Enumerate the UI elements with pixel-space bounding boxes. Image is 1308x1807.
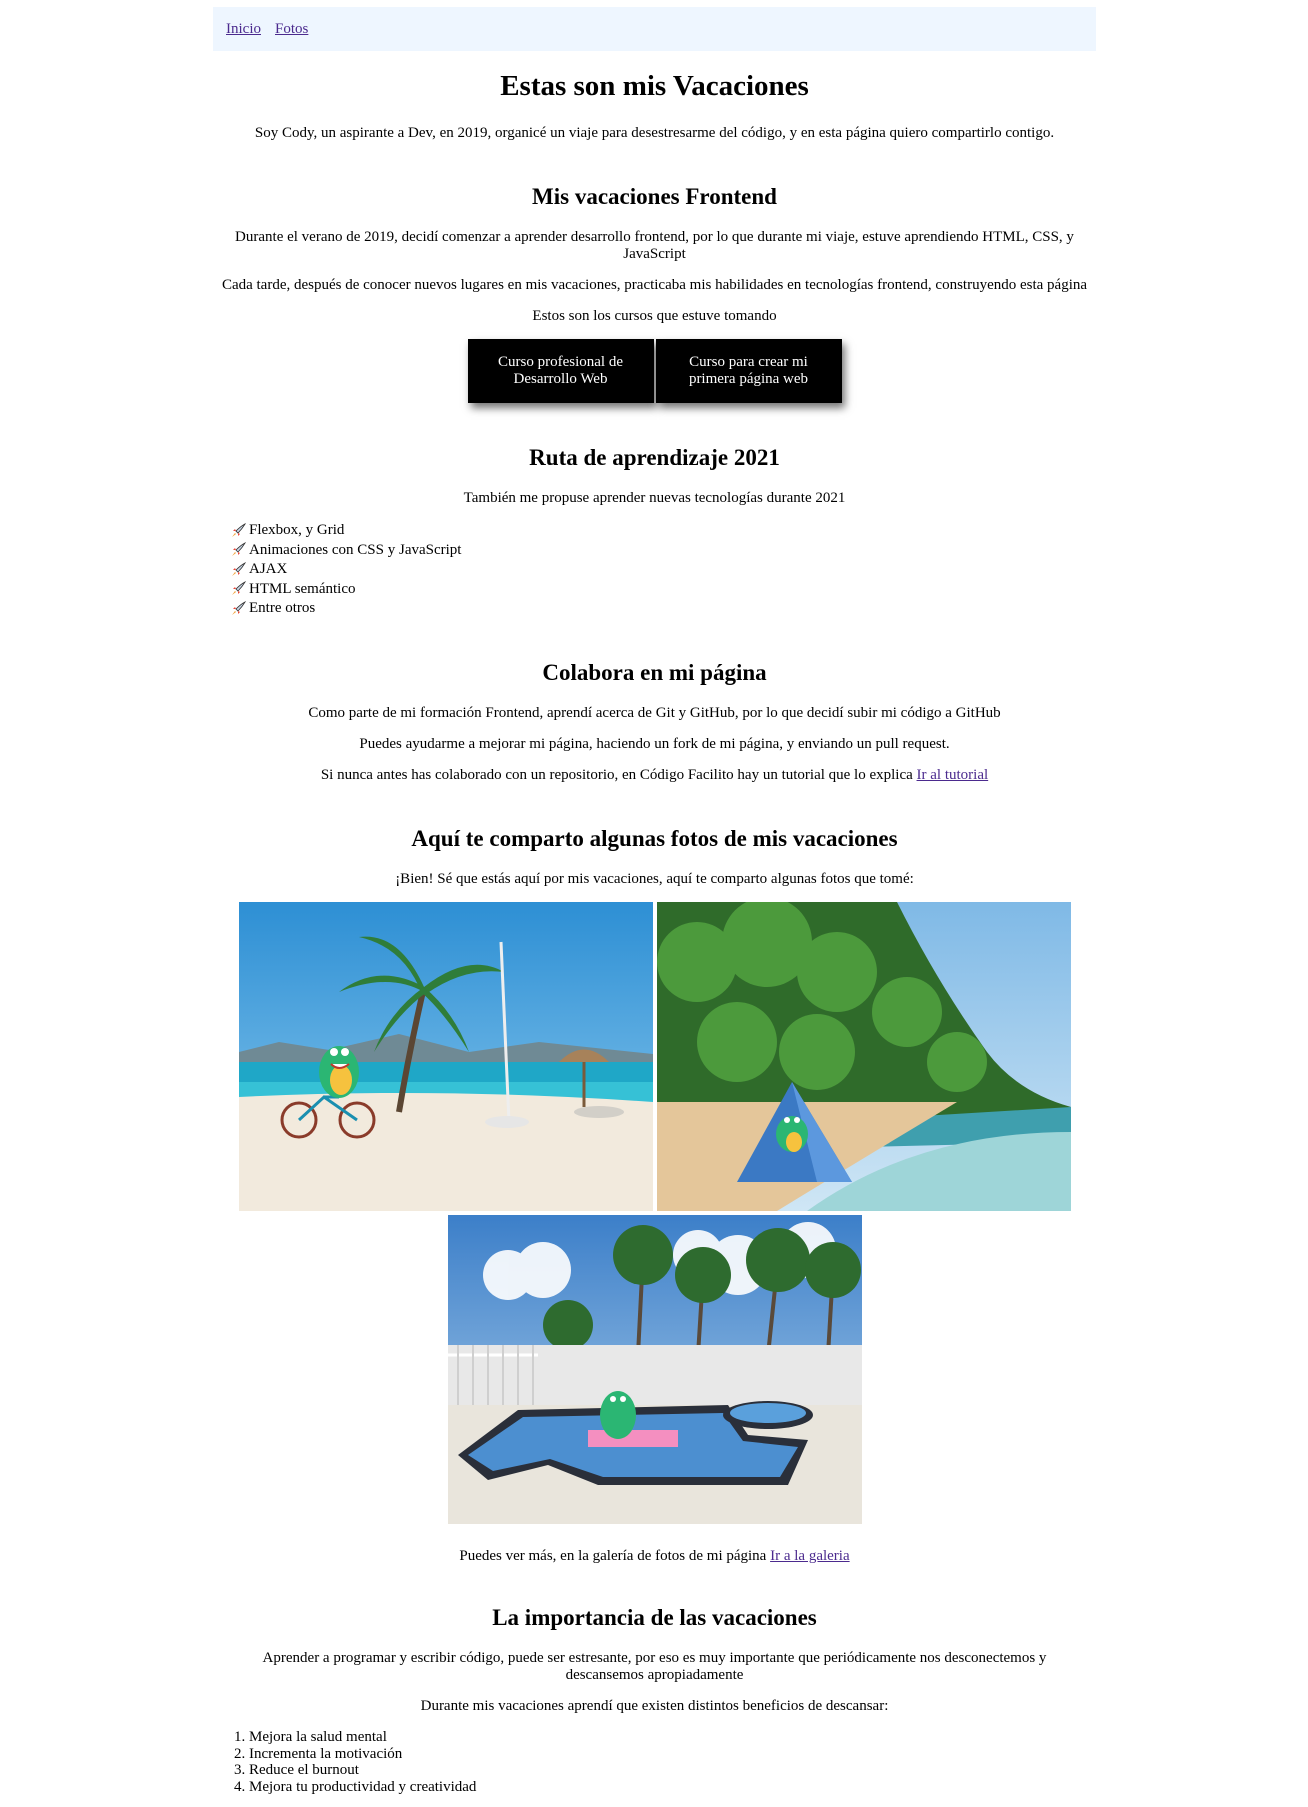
importancia-heading: La importancia de las vacaciones bbox=[492, 1605, 817, 1630]
fotos-heading: Aquí te comparto algunas fotos de mis va… bbox=[411, 826, 898, 851]
colabora-paragraph-1: Como parte de mi formación Frontend, apr… bbox=[308, 705, 1001, 721]
fotos-intro: ¡Bien! Sé que estás aquí por mis vacacio… bbox=[395, 871, 914, 887]
rocket-icon bbox=[232, 581, 247, 596]
courses-group: Curso profesional de Desarrollo Web Curs… bbox=[213, 339, 1096, 403]
frontend-heading: Mis vacaciones Frontend bbox=[532, 184, 777, 209]
pool-photo bbox=[447, 1215, 862, 1524]
list-item-label: Animaciones con CSS y JavaScript bbox=[249, 541, 462, 558]
rocket-icon bbox=[232, 522, 247, 537]
rocket-icon bbox=[232, 561, 247, 576]
colabora-paragraph-2: Puedes ayudarme a mejorar mi página, hac… bbox=[359, 736, 950, 752]
importancia-paragraph-1: Aprender a programar y escribir código, … bbox=[262, 1650, 1047, 1683]
list-item-label: Flexbox, y Grid bbox=[249, 522, 345, 538]
ruta-list: Flexbox, y Grid Animaciones con CSS y Ja… bbox=[230, 521, 830, 619]
colabora-paragraph-3: Si nunca antes has colaborado con un rep… bbox=[213, 767, 1096, 784]
list-item-label: HTML semántico bbox=[249, 580, 356, 597]
page-title: Estas son mis Vacaciones bbox=[500, 70, 809, 102]
fotos-more: Puedes ver más, en la galería de fotos d… bbox=[213, 1548, 1096, 1565]
rocket-icon bbox=[232, 600, 247, 615]
list-item: Incrementa la motivación bbox=[249, 1746, 1096, 1763]
list-item: Entre otros bbox=[230, 599, 830, 619]
nav-link-fotos[interactable]: Fotos bbox=[275, 21, 308, 38]
frontend-paragraph-2: Cada tarde, después de conocer nuevos lu… bbox=[221, 277, 1088, 293]
list-item: Reduce el burnout bbox=[249, 1762, 1096, 1779]
colabora-heading: Colabora en mi página bbox=[542, 660, 767, 685]
importancia-paragraph-2: Durante mis vacaciones aprendí que exist… bbox=[420, 1698, 889, 1714]
gallery-link[interactable]: Ir a la galeria bbox=[770, 1548, 850, 1564]
page: Inicio Fotos Estas son mis Vacaciones So… bbox=[0, 0, 1308, 1807]
fotos-more-text: Puedes ver más, en la galería de fotos d… bbox=[459, 1548, 767, 1564]
rocket-icon bbox=[232, 542, 247, 557]
hero-intro: Soy Cody, un aspirante a Dev, en 2019, o… bbox=[254, 125, 1055, 141]
nav-link-inicio[interactable]: Inicio bbox=[226, 21, 261, 38]
list-item: Animaciones con CSS y JavaScript bbox=[230, 541, 830, 561]
course-button-primera-pagina[interactable]: Curso para crear mi primera página web bbox=[655, 339, 842, 403]
frontend-paragraph-3: Estos son los cursos que estuve tomando bbox=[532, 308, 777, 324]
list-item: Mejora la salud mental bbox=[249, 1729, 1096, 1746]
tutorial-link[interactable]: Ir al tutorial bbox=[917, 767, 989, 783]
benefits-list: Mejora la salud mental Incrementa la mot… bbox=[213, 1729, 1096, 1795]
colabora-text: Si nunca antes has colaborado con un rep… bbox=[320, 767, 913, 783]
list-item: AJAX bbox=[230, 560, 830, 580]
list-item: Flexbox, y Grid bbox=[230, 521, 830, 541]
course-button-desarrollo-web[interactable]: Curso profesional de Desarrollo Web bbox=[467, 339, 654, 403]
tropical-beach-photo bbox=[656, 902, 1071, 1211]
list-item-label: AJAX bbox=[249, 561, 288, 577]
beach-photo bbox=[238, 902, 653, 1211]
hero-section: Estas son mis Vacaciones bbox=[213, 70, 1096, 103]
frontend-paragraph-1: Durante el verano de 2019, decidí comenz… bbox=[235, 229, 1074, 262]
top-nav: Inicio Fotos bbox=[213, 7, 1096, 51]
photo-gallery bbox=[238, 902, 1071, 1524]
list-item-label: Entre otros bbox=[249, 600, 316, 616]
list-item: HTML semántico bbox=[230, 580, 830, 600]
ruta-intro: También me propuse aprender nuevas tecno… bbox=[463, 490, 846, 506]
list-item: Mejora tu productividad y creatividad bbox=[249, 1779, 1096, 1796]
ruta-heading: Ruta de aprendizaje 2021 bbox=[529, 445, 780, 470]
